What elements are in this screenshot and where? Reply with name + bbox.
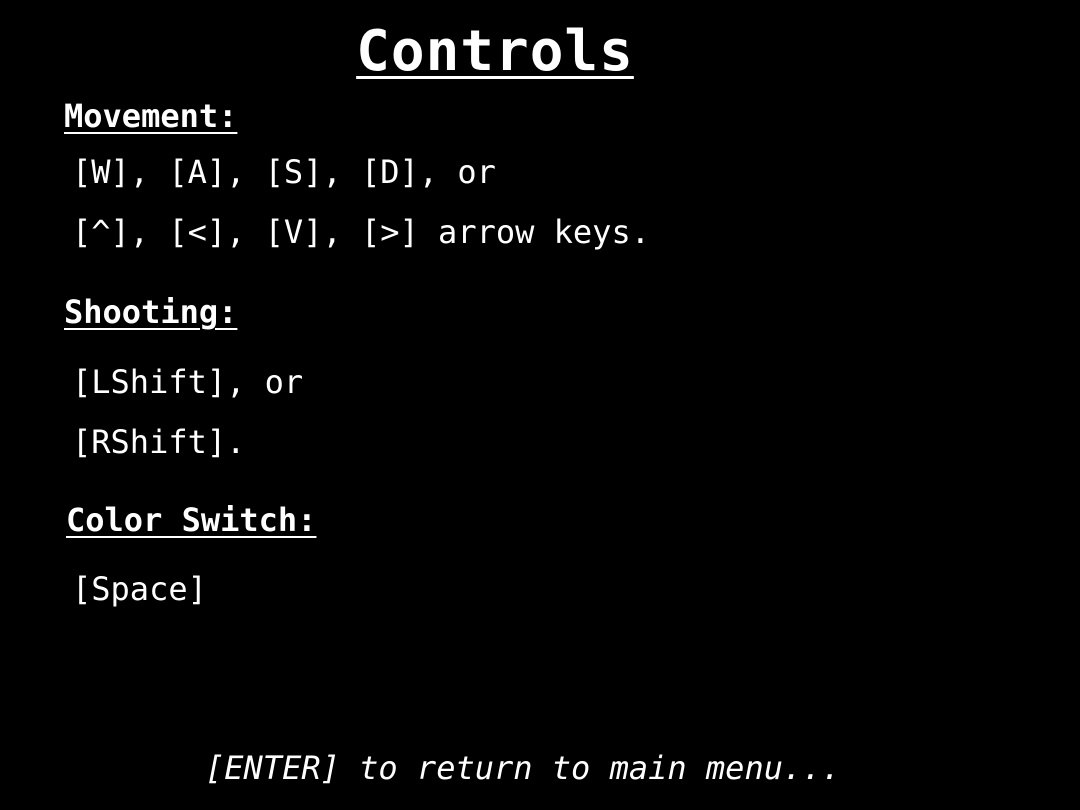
section-heading-shooting: Shooting: xyxy=(64,293,238,331)
controls-screen: Controls Movement: [W], [A], [S], [D], o… xyxy=(0,0,1080,810)
movement-keys-arrows: [^], [<], [V], [>] arrow keys. xyxy=(72,213,650,251)
section-heading-color-switch: Color Switch: xyxy=(66,501,317,539)
shooting-key-lshift: [LShift], or xyxy=(72,363,304,401)
color-switch-key-space: [Space] xyxy=(72,570,207,608)
shooting-key-rshift: [RShift]. xyxy=(72,423,246,461)
return-to-menu-prompt[interactable]: [ENTER] to return to main menu... xyxy=(205,752,841,784)
movement-keys-wasd: [W], [A], [S], [D], or xyxy=(72,153,496,191)
page-title: Controls xyxy=(0,24,990,80)
page-title-text: Controls xyxy=(356,19,634,84)
section-heading-movement: Movement: xyxy=(64,97,238,135)
